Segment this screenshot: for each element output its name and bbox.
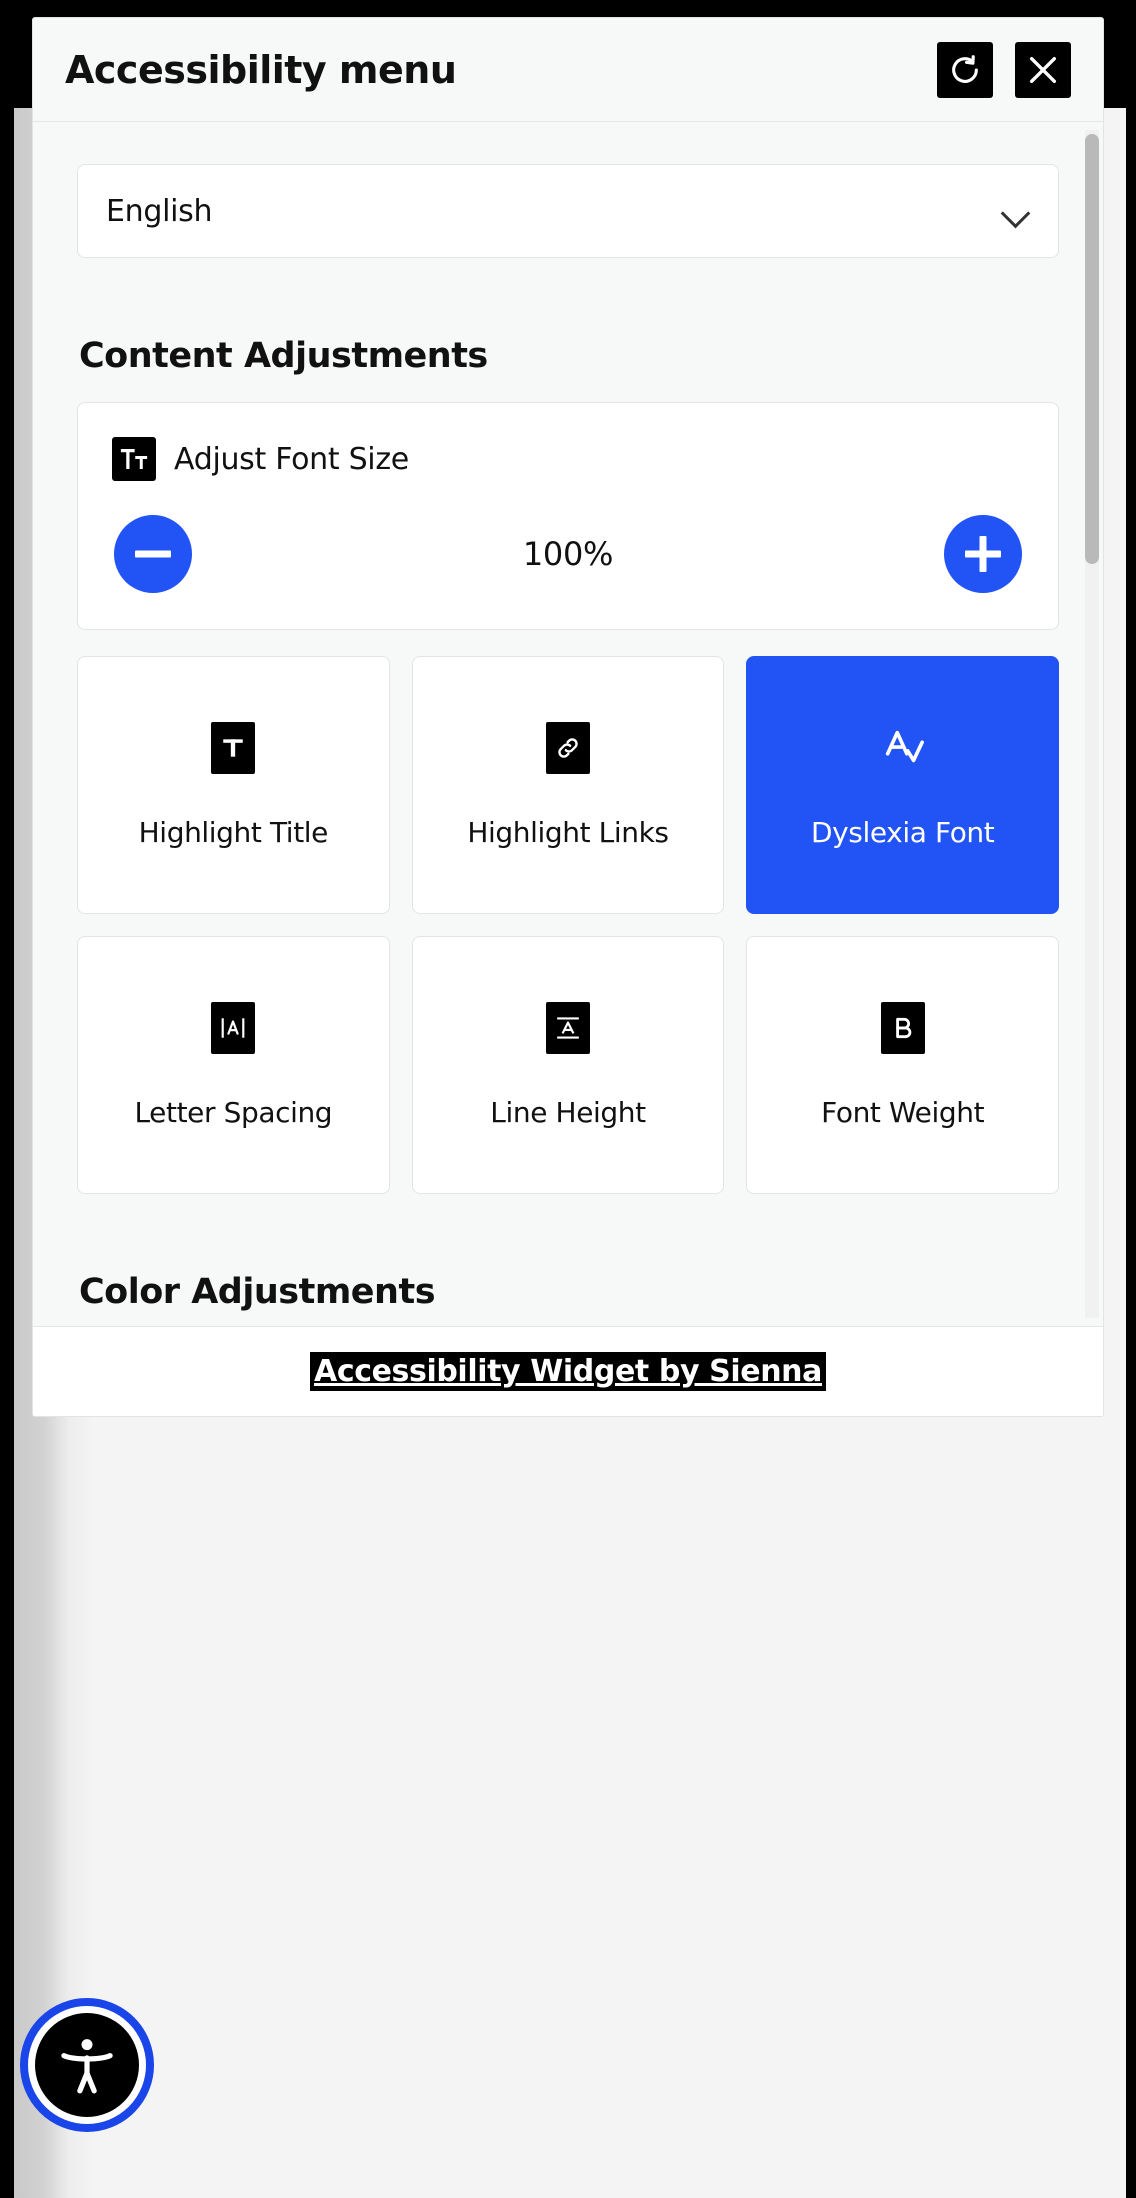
tile-highlight-links[interactable]: Highlight Links	[411, 656, 725, 914]
panel-header: Accessibility menu	[33, 18, 1103, 122]
accessibility-launcher-button[interactable]	[20, 1998, 154, 2132]
tile-label: Font Weight	[821, 1095, 985, 1129]
tile-font-weight[interactable]: Font Weight	[746, 936, 1059, 1194]
panel-scroll-body: English Content Adjustments Adjust Font …	[33, 122, 1103, 1326]
panel-footer: Accessibility Widget by Sienna	[33, 1326, 1103, 1416]
tile-label: Line Height	[490, 1095, 646, 1129]
accessibility-menu-panel: Accessibility menu English Content Adjus…	[32, 17, 1104, 1417]
highlight-links-icon	[542, 721, 594, 774]
font-weight-icon	[877, 1001, 929, 1054]
chevron-down-icon	[1002, 203, 1030, 219]
reset-icon	[948, 53, 982, 87]
close-button[interactable]	[1015, 41, 1071, 98]
line-height-icon	[542, 1001, 594, 1054]
sienna-credit-link[interactable]: Accessibility Widget by Sienna	[310, 1352, 826, 1391]
tile-line-height[interactable]: Line Height	[411, 936, 725, 1194]
font-size-label: Adjust Font Size	[174, 441, 409, 477]
dyslexia-font-icon	[877, 722, 929, 774]
language-select-value: English	[106, 193, 213, 229]
tile-label: Highlight Title	[138, 815, 329, 849]
increase-font-size-button[interactable]	[943, 515, 1022, 593]
tile-label: Letter Spacing	[134, 1095, 333, 1129]
font-size-value: 100%	[522, 535, 614, 573]
highlight-title-icon	[207, 721, 259, 774]
page-title: Accessibility menu	[65, 47, 457, 92]
accessibility-person-icon	[35, 2013, 139, 2117]
screen: U S Accessibility menu	[0, 0, 1136, 2198]
decrease-font-size-button[interactable]	[114, 515, 192, 593]
content-adjustments-grid: Highlight Title Highlight Links Dyslexia…	[77, 656, 1059, 1194]
top-letterbox	[690, 0, 1110, 16]
language-select[interactable]: English	[77, 164, 1059, 258]
font-size-card: Adjust Font Size 100%	[77, 402, 1059, 630]
section-title-content: Content Adjustments	[79, 336, 488, 376]
tile-dyslexia-font[interactable]: Dyslexia Font	[746, 656, 1059, 914]
minus-icon	[135, 550, 171, 558]
tile-highlight-title[interactable]: Highlight Title	[77, 656, 390, 914]
tile-label: Dyslexia Font	[810, 815, 995, 849]
close-icon	[1026, 53, 1060, 87]
letter-spacing-icon	[207, 1001, 259, 1054]
section-title-color: Color Adjustments	[79, 1272, 436, 1312]
font-size-icon	[112, 437, 156, 481]
tile-letter-spacing[interactable]: Letter Spacing	[77, 936, 390, 1194]
tile-label: Highlight Links	[467, 815, 669, 849]
reset-button[interactable]	[937, 41, 993, 98]
scrollbar-thumb[interactable]	[1085, 134, 1099, 564]
plus-icon-v	[979, 536, 987, 572]
